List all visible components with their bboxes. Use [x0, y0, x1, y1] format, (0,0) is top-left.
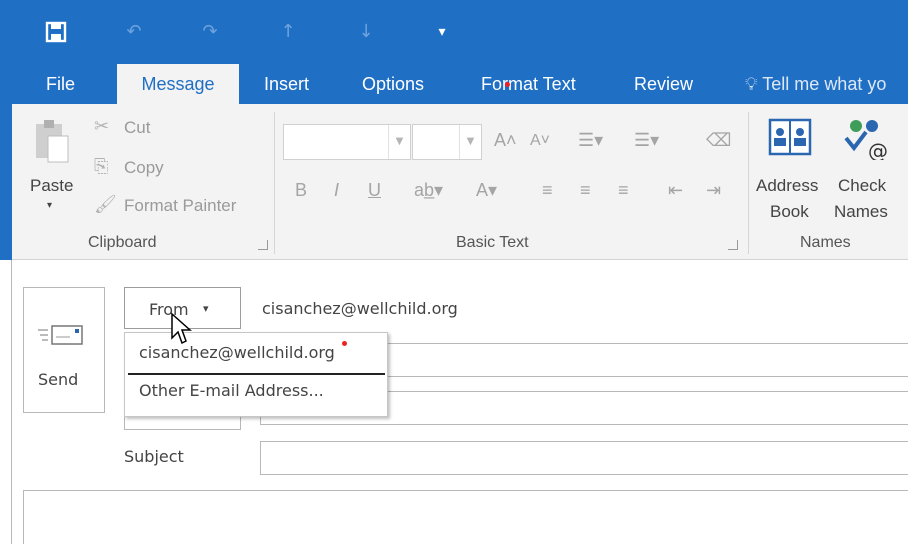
align-right-icon[interactable]: ≡ — [618, 180, 629, 201]
chevron-down-icon: ▾ — [203, 302, 209, 315]
font-name-combo[interactable]: ▼ — [283, 124, 411, 160]
cut-button[interactable]: ✂ Cut — [94, 114, 184, 144]
from-dropdown-menu: cisanchez@wellchild.org Other E-mail Add… — [124, 332, 388, 417]
from-menu-item-label: Other E-mail Address... — [139, 381, 324, 400]
undo-icon[interactable]: ↶ — [120, 18, 148, 46]
font-size-combo[interactable]: ▼ — [412, 124, 482, 160]
bullets-icon[interactable]: ☰▾ — [578, 130, 603, 151]
red-dot-marker — [505, 82, 510, 87]
chevron-down-icon: ▼ — [459, 125, 481, 159]
tab-message[interactable]: Message — [117, 64, 239, 106]
redo-icon[interactable]: ↷ — [196, 18, 224, 46]
lightbulb-icon: 💡︎ — [745, 74, 758, 94]
shrink-font-icon[interactable]: A˅ — [530, 132, 550, 150]
customize-qat-icon[interactable]: ▾ — [428, 18, 456, 46]
window-left-edge — [0, 260, 12, 544]
align-center-icon[interactable]: ≡ — [580, 180, 591, 201]
clear-formatting-icon[interactable]: ⌫ — [706, 130, 731, 151]
svg-text:@: @ — [868, 139, 888, 160]
check-names-icon: @ — [844, 120, 888, 160]
address-book-button[interactable]: Address Book — [754, 114, 830, 230]
tab-insert[interactable]: Insert — [264, 64, 309, 104]
quick-access-toolbar: ↶ ↷ ↑ ↓ ▾ — [0, 0, 908, 64]
copy-button[interactable]: ⎘ Copy — [94, 154, 194, 184]
copy-icon: ⎘ — [94, 156, 109, 177]
clipboard-group-label: Clipboard — [88, 234, 157, 251]
cut-label: Cut — [124, 118, 151, 137]
message-body[interactable] — [23, 490, 908, 544]
from-menu-item-other[interactable]: Other E-mail Address... — [125, 377, 387, 415]
paste-icon — [36, 120, 69, 163]
decrease-indent-icon[interactable]: ⇤ — [668, 180, 683, 201]
ribbon: Paste ▾ ✂ Cut ⎘ Copy 🖌︎ Format Painter C… — [12, 104, 908, 260]
subject-field[interactable] — [260, 441, 908, 475]
tell-me-text: Tell me what yo — [762, 74, 887, 94]
tab-file[interactable]: File — [46, 64, 75, 104]
highlight-icon[interactable]: ab̲▾ — [414, 180, 443, 201]
save-icon[interactable] — [42, 18, 70, 46]
address-book-icon — [768, 118, 812, 156]
format-painter-label: Format Painter — [124, 196, 237, 215]
tab-review[interactable]: Review — [634, 64, 693, 104]
clipboard-launcher-icon[interactable] — [258, 240, 268, 250]
menu-separator — [128, 373, 385, 375]
tab-options[interactable]: Options — [362, 64, 424, 104]
names-group-label: Names — [800, 234, 851, 251]
subject-label: Subject — [124, 447, 184, 466]
check-names-button[interactable]: @ Check Names — [834, 114, 906, 230]
tab-format-text[interactable]: Format Text — [481, 64, 576, 104]
group-separator — [748, 112, 749, 254]
format-painter-icon: 🖌︎ — [94, 194, 117, 215]
from-address: cisanchez@wellchild.org — [262, 299, 458, 318]
send-label: Send — [38, 370, 79, 389]
from-menu-item-label: cisanchez@wellchild.org — [139, 343, 335, 362]
basic-text-group-label: Basic Text — [456, 234, 529, 251]
check-names-label-line2: Names — [834, 202, 888, 221]
send-button[interactable]: Send — [23, 287, 105, 413]
italic-button[interactable]: I — [334, 180, 339, 201]
check-names-label-line1: Check — [838, 176, 887, 195]
basic-text-launcher-icon[interactable] — [728, 240, 738, 250]
paste-label: Paste — [30, 176, 74, 195]
align-left-icon[interactable]: ≡ — [542, 180, 553, 201]
group-separator — [274, 112, 275, 254]
red-dot-marker — [342, 341, 347, 346]
down-arrow-icon[interactable]: ↓ — [352, 18, 380, 46]
paste-button[interactable]: Paste ▾ — [24, 114, 82, 224]
address-book-label-line2: Book — [770, 202, 809, 221]
numbering-icon[interactable]: ☰▾ — [634, 130, 659, 151]
address-book-label-line1: Address — [756, 176, 819, 195]
tell-me-box[interactable]: 💡︎ Tell me what yo — [745, 64, 908, 104]
copy-label: Copy — [124, 158, 164, 177]
chevron-down-icon: ▾ — [47, 200, 53, 211]
bold-button[interactable]: B — [295, 180, 307, 201]
up-arrow-icon[interactable]: ↑ — [274, 18, 302, 46]
mouse-cursor-icon — [171, 312, 192, 345]
underline-button[interactable]: U — [368, 180, 381, 201]
format-painter-button[interactable]: 🖌︎ Format Painter — [94, 192, 264, 222]
send-icon — [38, 325, 83, 345]
scissors-icon: ✂ — [94, 116, 110, 137]
grow-font-icon[interactable]: A˄ — [494, 130, 517, 151]
increase-indent-icon[interactable]: ⇥ — [706, 180, 721, 201]
ribbon-tabs: File Message Insert Options Format Text … — [0, 64, 908, 106]
chevron-down-icon: ▼ — [388, 125, 410, 159]
font-color-icon[interactable]: A▾ — [476, 180, 497, 201]
from-menu-item-account[interactable]: cisanchez@wellchild.org — [125, 333, 387, 373]
